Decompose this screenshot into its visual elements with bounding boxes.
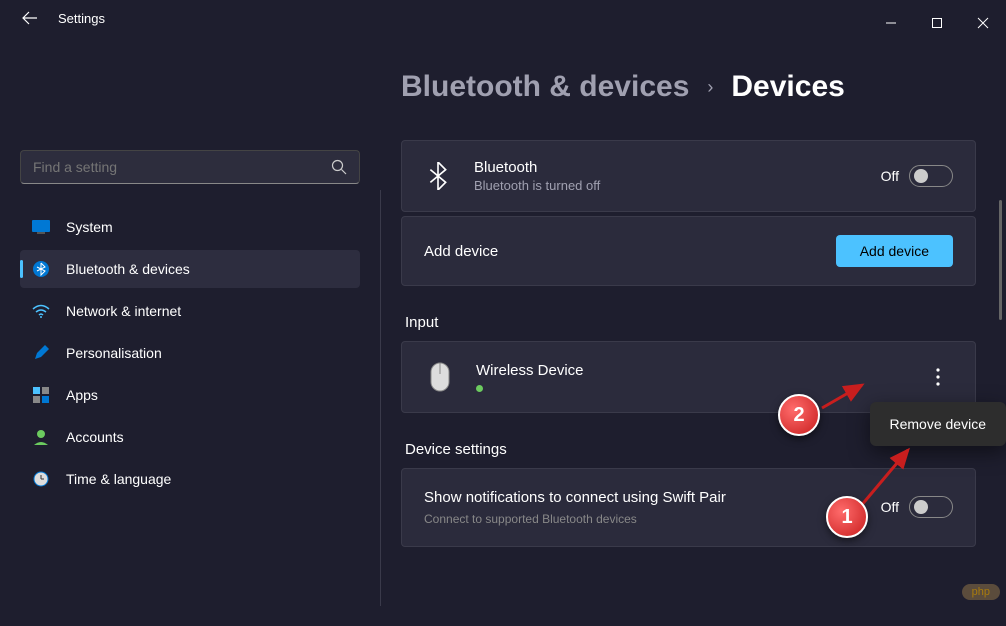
add-device-button[interactable]: Add device [836,235,953,267]
context-menu: Remove device [870,402,1006,446]
toggle-label: Off [881,168,899,184]
device-name: Wireless Device [476,362,584,379]
breadcrumb-parent[interactable]: Bluetooth & devices [401,70,689,104]
breadcrumb: Bluetooth & devices › Devices [401,70,976,104]
search-input[interactable] [33,159,331,175]
bluetooth-icon [32,260,50,278]
search-box[interactable] [20,150,360,184]
chevron-right-icon: › [707,77,713,98]
arrow-2 [820,380,870,410]
bluetooth-icon [424,162,452,190]
arrow-1 [858,442,918,512]
scrollbar[interactable] [999,200,1002,320]
toggle-knob [914,169,928,183]
app-title: Settings [58,11,105,26]
annotation-1: 1 [826,496,868,538]
wifi-icon [32,302,50,320]
sidebar-item-apps[interactable]: Apps [20,376,360,414]
apps-icon [32,386,50,404]
minimize-button[interactable] [868,8,914,38]
remove-device-item[interactable]: Remove device [876,408,1001,440]
system-icon [32,218,50,236]
input-section-label: Input [405,314,976,331]
sidebar: System Bluetooth & devices Network & int… [0,40,380,626]
watermark: php [962,584,1000,600]
minimize-icon [885,17,897,29]
status-dot [476,385,483,392]
sidebar-item-label: Bluetooth & devices [66,261,190,277]
add-device-label: Add device [424,243,836,260]
maximize-icon [931,17,943,29]
clock-icon [32,470,50,488]
close-icon [977,17,989,29]
page-title: Devices [731,70,844,104]
mouse-icon [424,362,456,392]
sidebar-item-system[interactable]: System [20,208,360,246]
maximize-button[interactable] [914,8,960,38]
more-vertical-icon [936,368,940,386]
bluetooth-subtitle: Bluetooth is turned off [474,178,881,193]
sidebar-item-network[interactable]: Network & internet [20,292,360,330]
bluetooth-card: Bluetooth Bluetooth is turned off Off [401,140,976,212]
account-icon [32,428,50,446]
sidebar-item-label: Network & internet [66,303,181,319]
sidebar-item-time[interactable]: Time & language [20,460,360,498]
arrow-left-icon [22,10,38,26]
sidebar-item-label: Accounts [66,429,124,445]
header: Settings [0,6,1006,30]
swift-pair-subtitle: Connect to supported Bluetooth devices [424,510,881,528]
bluetooth-title: Bluetooth [474,159,881,176]
sidebar-item-bluetooth[interactable]: Bluetooth & devices [20,250,360,288]
sidebar-item-accounts[interactable]: Accounts [20,418,360,456]
paint-icon [32,344,50,362]
swift-pair-title: Show notifications to connect using Swif… [424,487,881,510]
content: Bluetooth & devices › Devices Bluetooth … [381,40,1006,626]
sidebar-item-label: Apps [66,387,98,403]
more-button[interactable] [923,362,953,392]
annotation-2: 2 [778,394,820,436]
close-button[interactable] [960,8,1006,38]
search-icon [331,159,347,175]
sidebar-item-label: System [66,219,113,235]
sidebar-item-label: Time & language [66,471,171,487]
back-button[interactable] [20,8,40,28]
sidebar-item-label: Personalisation [66,345,162,361]
sidebar-item-personalisation[interactable]: Personalisation [20,334,360,372]
add-device-card: Add device Add device [401,216,976,286]
profile-block [20,40,360,130]
bluetooth-toggle[interactable] [909,165,953,187]
